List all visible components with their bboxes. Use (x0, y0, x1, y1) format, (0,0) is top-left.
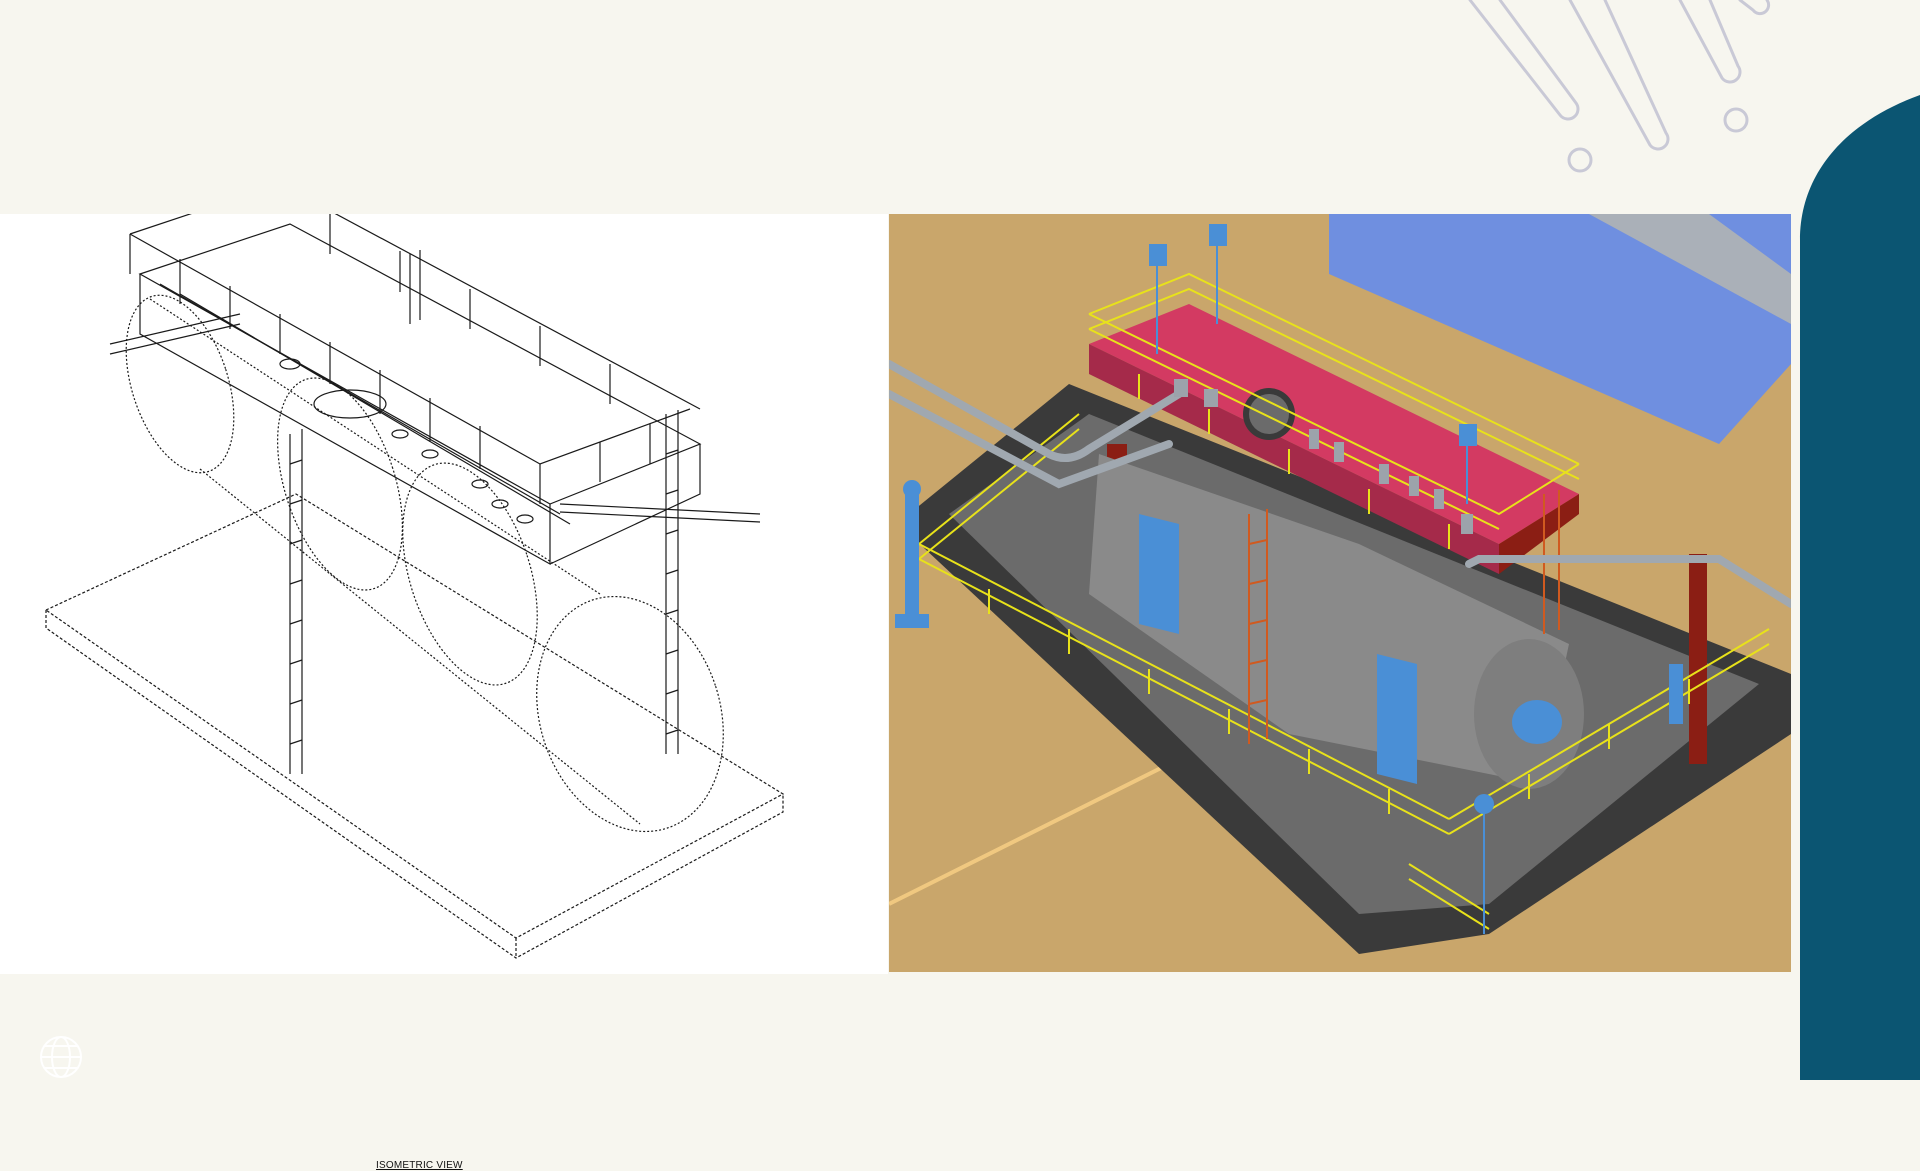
pipes (109, 313, 761, 523)
transmitter (1209, 224, 1227, 246)
vessel (125, 294, 724, 833)
support-column (1689, 554, 1707, 764)
instrument-post (905, 494, 919, 614)
base-slab (44, 493, 785, 959)
railings (129, 214, 701, 504)
decorative-lines (1468, 0, 1771, 173)
isometric-drawing (44, 214, 785, 959)
globe-icon (40, 1036, 82, 1078)
isometric-drawing-panel: ISOMETRIC VIEW (0, 214, 888, 1171)
saddle (1377, 654, 1417, 784)
transmitter (1149, 244, 1167, 266)
accent-band (1800, 0, 1920, 1080)
3d-model-panel (889, 214, 1791, 972)
transmitter (1459, 424, 1477, 446)
instrument (1474, 794, 1494, 814)
drawing-caption: ISOMETRIC VIEW (376, 1160, 463, 1171)
instrument (1669, 664, 1683, 724)
saddle (1139, 514, 1179, 634)
slide: ISOMETRIC VIEW (0, 0, 1920, 1171)
3d-model-render (889, 214, 1791, 954)
